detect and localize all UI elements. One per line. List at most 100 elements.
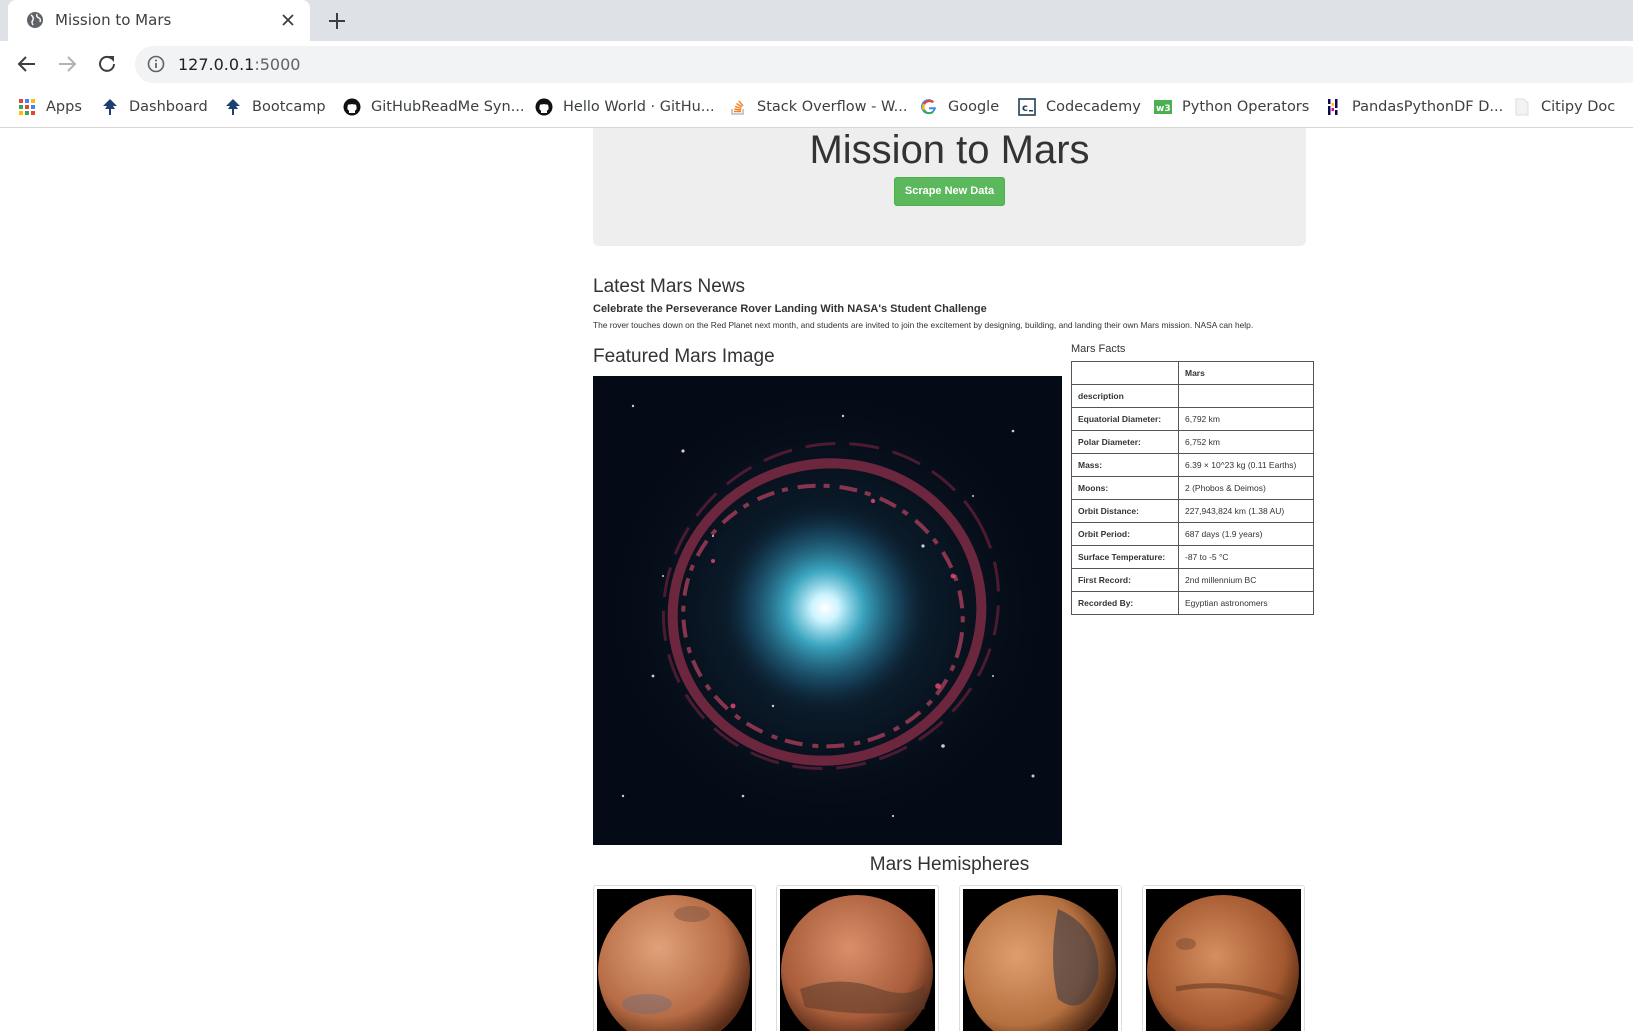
fact-key: Mass: xyxy=(1071,453,1179,477)
w3schools-icon: w3 xyxy=(1154,100,1172,114)
github-icon xyxy=(343,98,361,116)
fact-value: -87 to -5 °C xyxy=(1178,545,1314,569)
table-row: Orbit Distance: 227,943,824 km (1.38 AU) xyxy=(1071,499,1314,523)
bookmark-label: Apps xyxy=(46,99,82,115)
fact-value: 6,752 km xyxy=(1178,430,1314,454)
table-row: Orbit Period: 687 days (1.9 years) xyxy=(1071,522,1314,546)
featured-image-heading: Featured Mars Image xyxy=(593,346,775,367)
forward-arrow-icon[interactable] xyxy=(55,52,79,76)
hemisphere-image xyxy=(780,889,935,1031)
hemisphere-thumbnail[interactable] xyxy=(776,885,939,1031)
fact-key: Orbit Distance: xyxy=(1071,499,1179,523)
svg-text:c: c xyxy=(1022,103,1028,114)
table-row: Moons: 2 (Phobos & Deimos) xyxy=(1071,476,1314,500)
github-icon xyxy=(535,98,553,116)
new-tab-plus-icon[interactable] xyxy=(326,10,348,32)
news-paragraph: The rover touches down on the Red Planet… xyxy=(593,320,1254,330)
fact-key: Orbit Period: xyxy=(1071,522,1179,546)
fact-value: 2nd millennium BC xyxy=(1178,568,1314,592)
browser-tab[interactable]: Mission to Mars xyxy=(8,0,310,41)
bookmark-githubreadme[interactable]: GitHubReadMe Syn... xyxy=(343,95,525,119)
bookmarks-bar: Apps Dashboard Bootcamp GitHubReadMe Syn… xyxy=(0,87,1633,128)
tree-icon xyxy=(103,99,117,115)
table-row: Equatorial Diameter: 6,792 km xyxy=(1071,407,1314,431)
table-row: Mass: 6.39 × 10^23 kg (0.11 Earths) xyxy=(1071,453,1314,477)
fact-key: First Record: xyxy=(1071,568,1179,592)
fact-key: Equatorial Diameter: xyxy=(1071,407,1179,431)
page-icon xyxy=(1515,98,1529,116)
page-content: Mission to Mars Scrape New Data Latest M… xyxy=(0,128,1633,1031)
url-text: 127.0.0.1:5000 xyxy=(178,55,301,74)
stackoverflow-icon xyxy=(731,100,744,115)
hemisphere-thumbnail[interactable] xyxy=(593,885,756,1031)
table-row: Surface Temperature: -87 to -5 °C xyxy=(1071,545,1314,569)
facts-heading: Mars Facts xyxy=(1071,343,1126,355)
bookmark-label: PandasPythonDF D... xyxy=(1352,99,1504,115)
bookmark-dashboard[interactable]: Dashboard xyxy=(101,95,208,119)
apps-grid-icon xyxy=(19,99,35,115)
browser-toolbar: 127.0.0.1:5000 xyxy=(0,41,1633,87)
fact-key: Recorded By: xyxy=(1071,591,1179,615)
bookmark-python-operators[interactable]: w3 Python Operators xyxy=(1154,95,1309,119)
news-heading: Latest Mars News xyxy=(593,276,746,297)
fact-value: 6,792 km xyxy=(1178,407,1314,431)
fact-value: Egyptian astronomers xyxy=(1178,591,1314,615)
bookmark-apps[interactable]: Apps xyxy=(18,95,82,119)
table-header-blank xyxy=(1071,361,1179,385)
news-title: Celebrate the Perseverance Rover Landing… xyxy=(593,303,987,315)
hemisphere-thumbnail[interactable] xyxy=(959,885,1122,1031)
codecademy-icon: c xyxy=(1018,98,1036,116)
tab-title: Mission to Mars xyxy=(55,11,172,29)
scrape-new-data-button[interactable]: Scrape New Data xyxy=(894,177,1005,206)
featured-image xyxy=(593,376,1062,845)
fact-key: Surface Temperature: xyxy=(1071,545,1179,569)
fact-key: Polar Diameter: xyxy=(1071,430,1179,454)
hemisphere-thumbnail[interactable] xyxy=(1142,885,1305,1031)
bookmark-label: Bootcamp xyxy=(252,99,326,115)
fact-value: 687 days (1.9 years) xyxy=(1178,522,1314,546)
back-arrow-icon[interactable] xyxy=(15,52,39,76)
google-icon xyxy=(921,99,936,115)
page-title: Mission to Mars xyxy=(809,128,1090,172)
fact-value xyxy=(1178,384,1314,408)
table-row: Polar Diameter: 6,752 km xyxy=(1071,430,1314,454)
bookmark-label: Dashboard xyxy=(129,99,208,115)
tab-strip: Mission to Mars xyxy=(0,0,1633,41)
bookmark-citipy[interactable]: Citipy Doc xyxy=(1513,95,1615,119)
bookmark-bootcamp[interactable]: Bootcamp xyxy=(224,95,326,119)
table-row: First Record: 2nd millennium BC xyxy=(1071,568,1314,592)
bookmark-codecademy[interactable]: c Codecademy xyxy=(1018,95,1141,119)
site-info-icon[interactable] xyxy=(147,55,165,73)
fact-value: 227,943,824 km (1.38 AU) xyxy=(1178,499,1314,523)
table-header-mars: Mars xyxy=(1178,361,1314,385)
hemispheres-heading: Mars Hemispheres xyxy=(869,854,1030,875)
pandas-icon xyxy=(1328,99,1338,115)
bookmark-google[interactable]: Google xyxy=(920,95,999,119)
svg-text:w3: w3 xyxy=(1156,104,1171,114)
table-row: Recorded By: Egyptian astronomers xyxy=(1071,591,1314,615)
fact-key: description xyxy=(1071,384,1179,408)
tree-icon xyxy=(226,99,240,115)
mars-facts-table: Mars description Equatorial Diameter: 6,7… xyxy=(1071,361,1314,615)
bookmark-pandas[interactable]: PandasPythonDF D... xyxy=(1324,95,1503,119)
bookmark-label: Citipy Doc xyxy=(1541,99,1616,115)
hemisphere-image xyxy=(963,889,1118,1031)
fact-value: 2 (Phobos & Deimos) xyxy=(1178,476,1314,500)
bookmark-label: Hello World · GitHu... xyxy=(563,99,715,115)
hemisphere-image xyxy=(597,889,752,1031)
bookmark-helloworld[interactable]: Hello World · GitHu... xyxy=(535,95,715,119)
globe-icon xyxy=(27,12,43,28)
bookmark-stackoverflow[interactable]: Stack Overflow - W... xyxy=(729,95,907,119)
address-bar[interactable]: 127.0.0.1:5000 xyxy=(135,46,1633,83)
galaxy-image xyxy=(593,376,1062,845)
bookmark-label: Codecademy xyxy=(1046,99,1141,115)
bookmark-label: Stack Overflow - W... xyxy=(757,99,908,115)
table-row: description xyxy=(1071,384,1314,408)
bookmark-label: Python Operators xyxy=(1182,99,1310,115)
reload-icon[interactable] xyxy=(95,52,119,76)
bookmark-label: GitHubReadMe Syn... xyxy=(371,99,525,115)
hemisphere-image xyxy=(1146,889,1301,1031)
close-icon[interactable] xyxy=(278,10,298,30)
bookmark-label: Google xyxy=(948,99,1000,115)
fact-key: Moons: xyxy=(1071,476,1179,500)
